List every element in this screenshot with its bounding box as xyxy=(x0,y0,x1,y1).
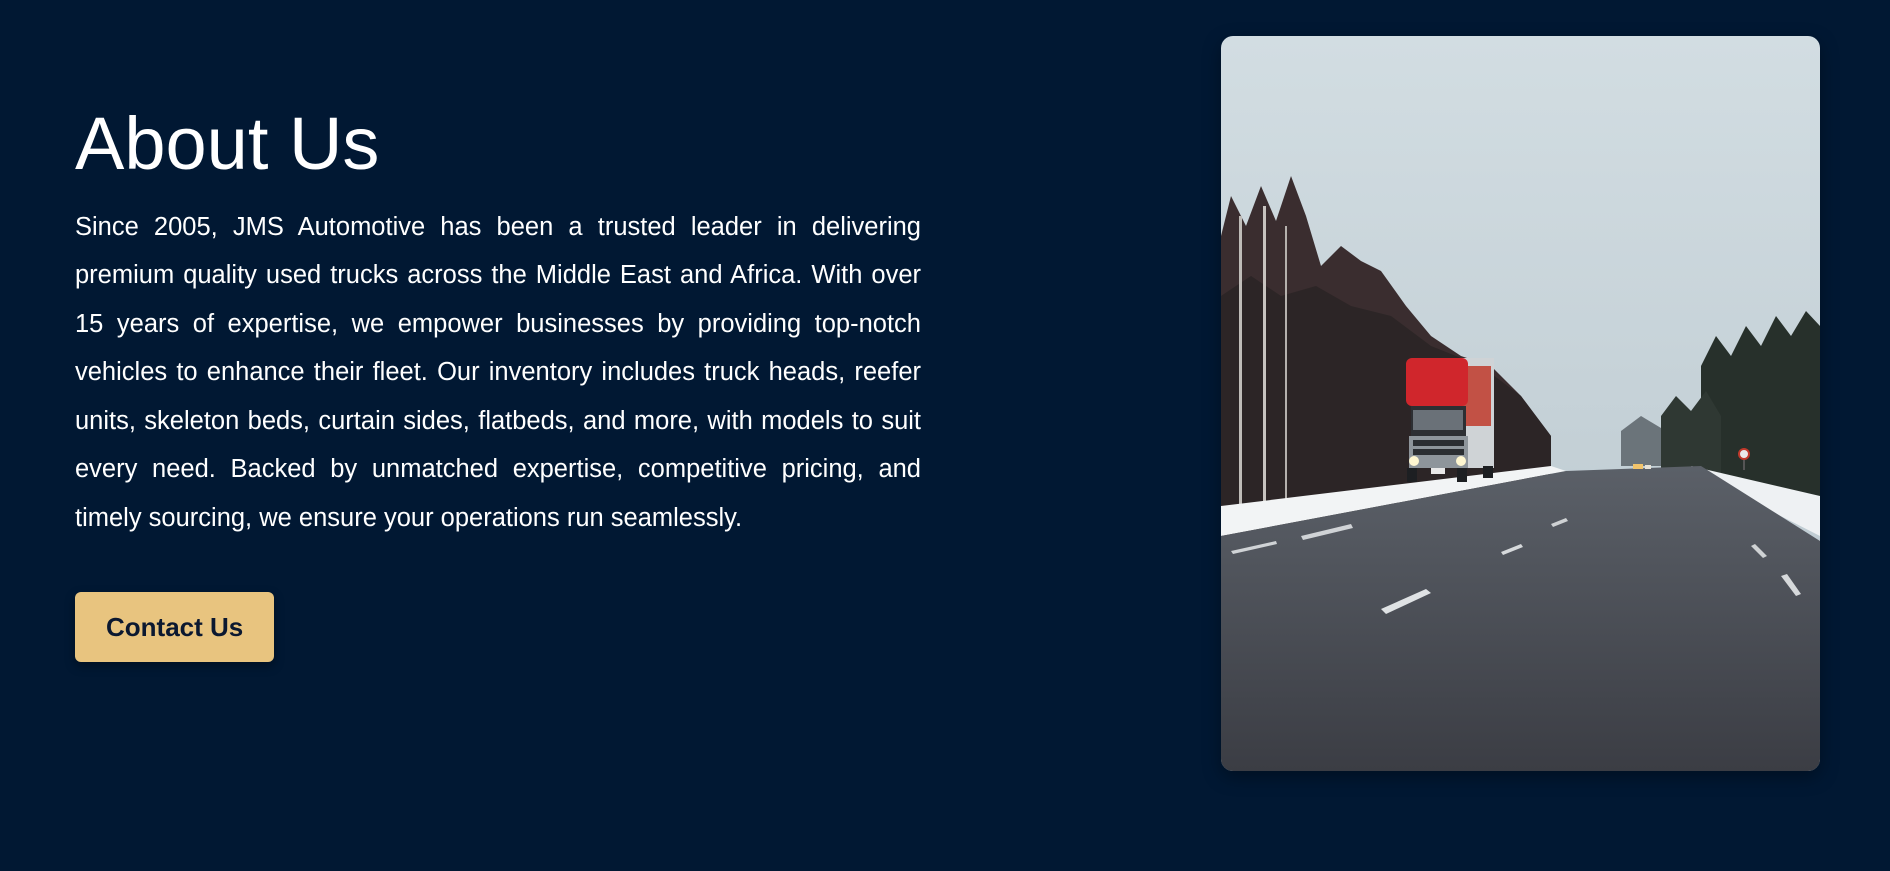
about-description: Since 2005, JMS Automotive has been a tr… xyxy=(75,212,921,532)
truck-on-snowy-road-image xyxy=(1221,36,1820,771)
about-content: About Us Since 2005, JMS Automotive has … xyxy=(75,100,921,663)
contact-us-button[interactable]: Contact Us xyxy=(75,592,275,663)
page-title: About Us xyxy=(75,102,380,185)
truck-photo xyxy=(1221,36,1820,771)
about-section: About Us Since 2005, JMS Automotive has … xyxy=(0,0,1890,871)
